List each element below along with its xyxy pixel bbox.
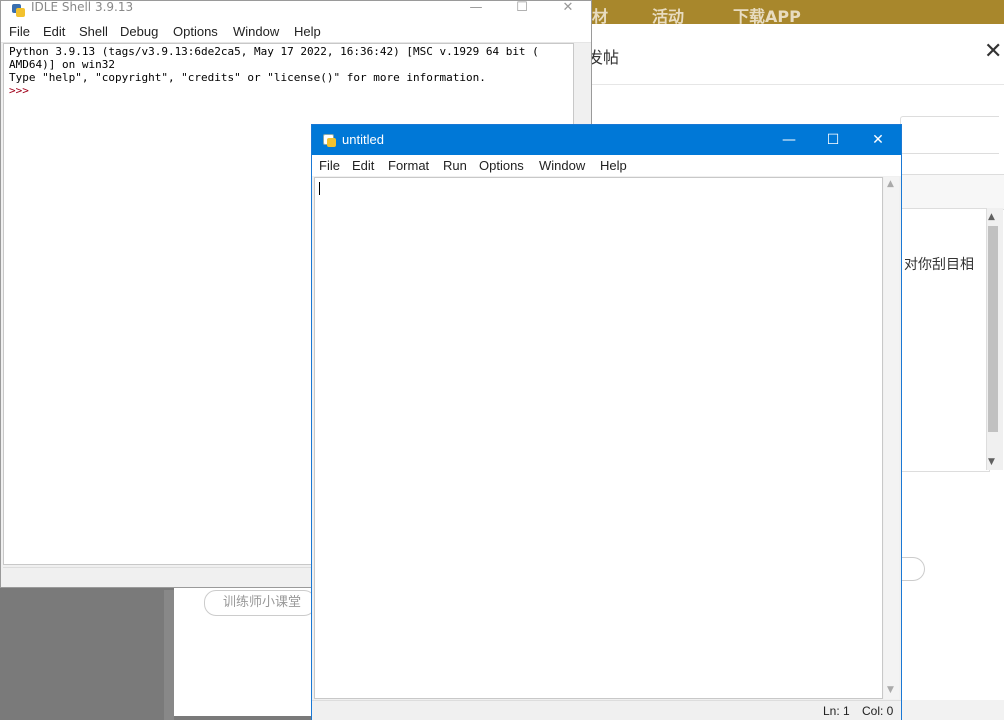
editor-menubar: File Edit Format Run Options Window Help [312,155,901,176]
untitled-editor-window: untitled — ☐ ✕ File Edit Format Run Opti… [311,124,902,720]
bg-close-icon[interactable]: ✕ [984,40,1002,64]
shell-menu-help[interactable]: Help [294,24,321,39]
maximize-icon[interactable]: ☐ [810,125,856,155]
python-icon [11,3,25,17]
close-icon[interactable]: ✕ [855,125,901,155]
shell-menu-window[interactable]: Window [233,24,279,39]
editor-menu-format[interactable]: Format [388,158,429,173]
bg-nav-download-app[interactable]: 下载APP [733,0,801,26]
minimize-icon[interactable]: — [766,125,812,155]
shell-menu-debug[interactable]: Debug [120,24,158,39]
shell-menu-options[interactable]: Options [173,24,218,39]
scroll-down-icon[interactable]: ▼ [887,685,894,695]
editor-menu-window[interactable]: Window [539,158,585,173]
status-column-number: Col: 0 [862,704,894,718]
editor-vertical-scrollbar[interactable]: ▲ ▼ [884,177,899,699]
bg-editor-snippet: 对你刮目相 [904,257,974,273]
shell-menu-shell[interactable]: Shell [79,24,108,39]
editor-menu-file[interactable]: File [319,158,340,173]
shell-window-title: IDLE Shell 3.9.13 [31,0,134,14]
status-line-number: Ln: 1 [823,704,850,718]
bg-scroll-up-icon[interactable]: ▲ [988,212,995,222]
bg-bottom-strip [902,700,1004,720]
bg-nav-materials[interactable]: 材 [592,0,608,26]
bg-title-input[interactable] [900,116,999,154]
editor-menu-options[interactable]: Options [479,158,524,173]
shell-prompt: >>> [9,84,29,97]
editor-status-bar: Ln: 1 Col: 0 [312,700,901,720]
shell-banner-line: Python 3.9.13 (tags/v3.9.13:6de2ca5, May… [9,45,539,58]
bg-editor-toolbar [900,174,1004,210]
shell-titlebar[interactable]: IDLE Shell 3.9.13 — ☐ ✕ [1,0,591,21]
shell-menu-edit[interactable]: Edit [43,24,65,39]
close-icon[interactable]: ✕ [545,1,591,21]
bg-nav-activity[interactable]: 活动 [652,0,684,26]
shell-menu-file[interactable]: File [9,24,30,39]
bg-scroll-thumb[interactable] [988,226,998,432]
bg-side-strip [164,590,174,720]
shell-menubar: File Edit Shell Debug Options Window Hel… [1,21,591,43]
editor-menu-edit[interactable]: Edit [352,158,374,173]
bg-rich-editor[interactable] [900,208,990,472]
scroll-up-icon[interactable]: ▲ [887,179,894,189]
editor-text-area[interactable] [314,177,883,699]
python-file-icon [322,133,336,147]
text-caret [319,182,320,195]
minimize-icon[interactable]: — [453,1,499,21]
bg-divider [587,84,1004,85]
editor-titlebar[interactable]: untitled — ☐ ✕ [312,125,901,155]
editor-menu-help[interactable]: Help [600,158,627,173]
shell-banner-line: AMD64)] on win32 [9,58,115,71]
bg-scroll-down-icon[interactable]: ▼ [988,457,995,467]
editor-window-title: untitled [342,132,384,147]
maximize-icon[interactable]: ☐ [499,1,545,21]
editor-menu-run[interactable]: Run [443,158,467,173]
bg-tag-chip[interactable]: 训练师小课堂 [204,590,316,616]
shell-banner-line: Type "help", "copyright", "credits" or "… [9,71,486,84]
